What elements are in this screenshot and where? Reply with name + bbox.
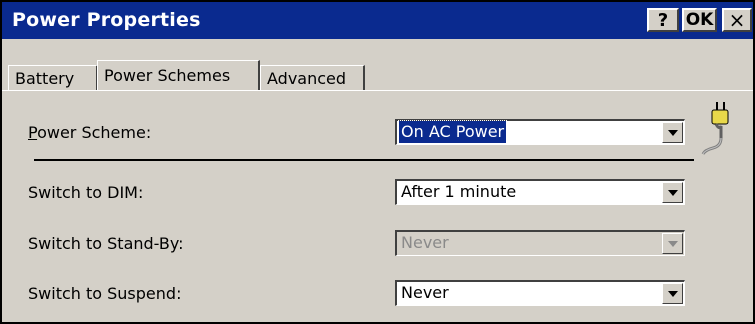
power-scheme-accel: P [28, 123, 38, 142]
power-scheme-value: On AC Power [397, 120, 508, 144]
switch-standby-label: Switch to Stand-By: [28, 234, 184, 253]
switch-dim-label: Switch to DIM: [28, 183, 144, 202]
switch-dim-value: After 1 minute [401, 182, 517, 201]
window-title: Power Properties [12, 9, 201, 31]
ok-button[interactable]: OK [682, 8, 717, 32]
chevron-down-icon[interactable] [662, 122, 683, 143]
tab-power-schemes-label: Power Schemes [104, 66, 231, 85]
power-scheme-label: Power Scheme: [28, 123, 151, 142]
close-button[interactable]: × [722, 8, 752, 32]
tab-battery-label: Battery [15, 68, 75, 88]
separator-line [34, 159, 694, 161]
tab-advanced-label: Advanced [267, 68, 347, 88]
switch-suspend-dropdown[interactable]: Never [395, 280, 685, 306]
switch-dim-dropdown[interactable]: After 1 minute [395, 179, 685, 205]
power-scheme-dropdown[interactable]: On AC Power [395, 119, 685, 145]
power-properties-window: Power Properties ? OK × Battery Power Sc… [0, 0, 755, 324]
ac-power-plug-icon [701, 102, 729, 155]
tab-panel-border [2, 90, 753, 91]
switch-suspend-value: Never [401, 283, 449, 302]
switch-standby-dropdown: Never [395, 230, 685, 256]
chevron-down-icon[interactable] [662, 182, 683, 203]
chevron-down-icon [662, 233, 683, 254]
power-scheme-label-text: ower Scheme: [37, 123, 152, 142]
tab-advanced[interactable]: Advanced [260, 65, 365, 90]
switch-suspend-label: Switch to Suspend: [28, 284, 182, 303]
tab-battery[interactable]: Battery [8, 65, 98, 90]
tab-power-schemes[interactable]: Power Schemes [97, 60, 260, 90]
chevron-down-icon[interactable] [662, 283, 683, 304]
title-bar[interactable]: Power Properties ? OK × [2, 2, 753, 39]
switch-standby-value: Never [401, 233, 449, 252]
help-button[interactable]: ? [647, 8, 679, 32]
